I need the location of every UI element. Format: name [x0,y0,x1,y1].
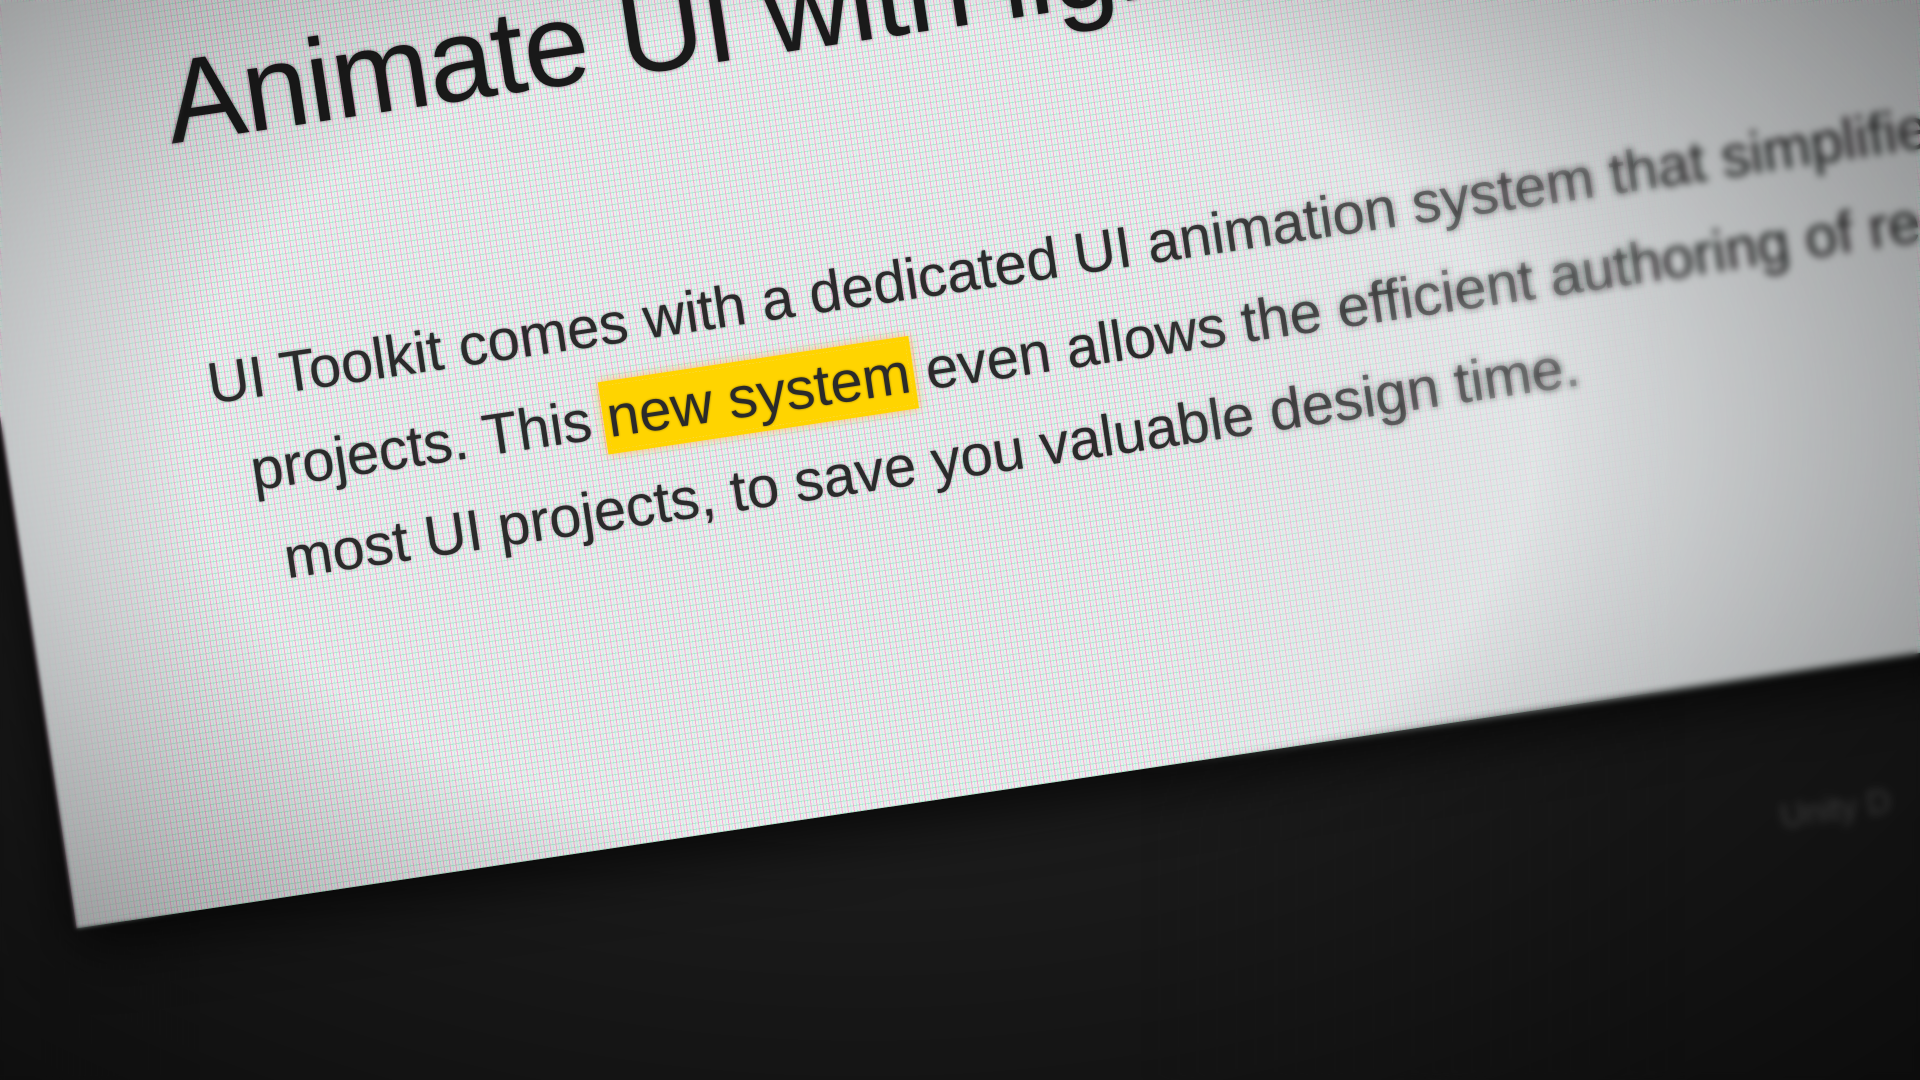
footer-text: Unity D [1777,781,1894,837]
article-body: UI Toolkit comes with a dedicated UI ani… [201,73,1920,612]
photo-stage: Animate UI with lightweight transitions … [0,0,1920,1080]
article: Animate UI with lightweight transitions … [156,0,1920,612]
monitor-screen: Animate UI with lightweight transitions … [0,0,1920,929]
